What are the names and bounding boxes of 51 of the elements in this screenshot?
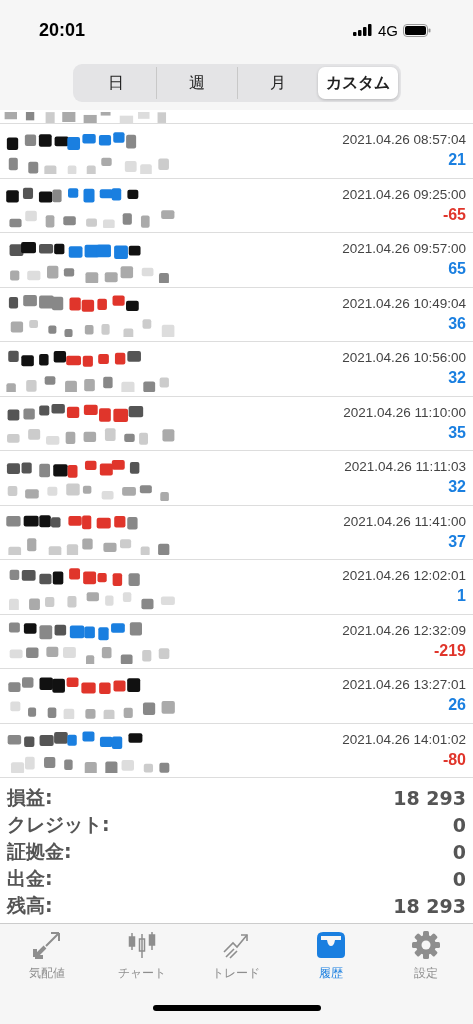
summary-label: クレジット:	[7, 811, 110, 837]
deal-time: 2021.04.26 09:25:00	[342, 186, 466, 202]
summary-label: 残高:	[7, 892, 53, 918]
deal-time: 2021.04.26 11:10:00	[343, 404, 466, 420]
summary-value: 18 293	[393, 786, 466, 809]
deal-time: 2021.04.26 11:41:00	[343, 513, 466, 529]
deal-time: 2021.04.26 13:27:01	[342, 677, 466, 693]
tab-bar-item[interactable]: トレード	[201, 930, 272, 981]
deal-time: 2021.04.26 08:57:04	[342, 132, 466, 148]
status-time: 20:01	[39, 19, 86, 41]
deal-profit: 1	[457, 587, 466, 606]
signal-icon	[353, 24, 373, 36]
tab-bar-item[interactable]: 履歴	[296, 930, 367, 981]
battery-icon	[403, 23, 431, 37]
summary-value: 0	[452, 867, 466, 890]
inbox-icon	[315, 930, 348, 960]
deal-profit: -219	[433, 641, 466, 660]
deal-time: 2021.04.26 09:57:00	[342, 241, 466, 257]
deal-time: 2021.04.26 12:02:01	[342, 568, 466, 584]
period-tab[interactable]: カスタム	[317, 67, 398, 99]
network-label: 4G	[378, 21, 398, 39]
candlestick-icon	[126, 930, 157, 960]
deal-profit: 32	[448, 369, 466, 388]
tab-bar-item[interactable]: チャート	[106, 930, 177, 981]
deal-profit: -80	[442, 750, 466, 769]
deal-time: 2021.04.26 11:11:03	[344, 459, 466, 475]
deal-profit: 36	[448, 314, 466, 333]
deal-profit: -65	[442, 205, 466, 224]
deal-profit: 26	[448, 696, 466, 715]
deal-time: 2021.04.26 10:56:00	[342, 350, 466, 366]
period-tab[interactable]: 日	[75, 67, 156, 99]
deal-time: 2021.04.26 10:49:04	[342, 295, 466, 311]
deal-time: 2021.04.26 14:01:02	[342, 731, 466, 747]
summary-label: 証拠金:	[7, 838, 72, 864]
arrows-icon	[32, 930, 63, 960]
deal-profit: 37	[448, 532, 466, 551]
deal-profit: 32	[448, 478, 466, 497]
settings-icon	[410, 930, 441, 960]
summary-value: 18 293	[393, 894, 466, 917]
deal-profit: 35	[448, 423, 466, 442]
deal-profit: 21	[448, 151, 466, 170]
summary-label: 損益:	[7, 784, 53, 810]
deal-time: 2021.04.26 12:32:09	[342, 622, 466, 638]
period-tab[interactable]: 月	[236, 67, 318, 99]
summary-value: 0	[452, 840, 466, 863]
period-tab[interactable]: 週	[155, 67, 237, 99]
deal-profit: 65	[448, 260, 466, 279]
summary-value: 0	[452, 813, 466, 836]
tab-bar-item[interactable]: 設定	[390, 930, 461, 981]
summary-label: 出金:	[7, 865, 53, 891]
tab-bar-item[interactable]: 気配値	[12, 930, 83, 981]
